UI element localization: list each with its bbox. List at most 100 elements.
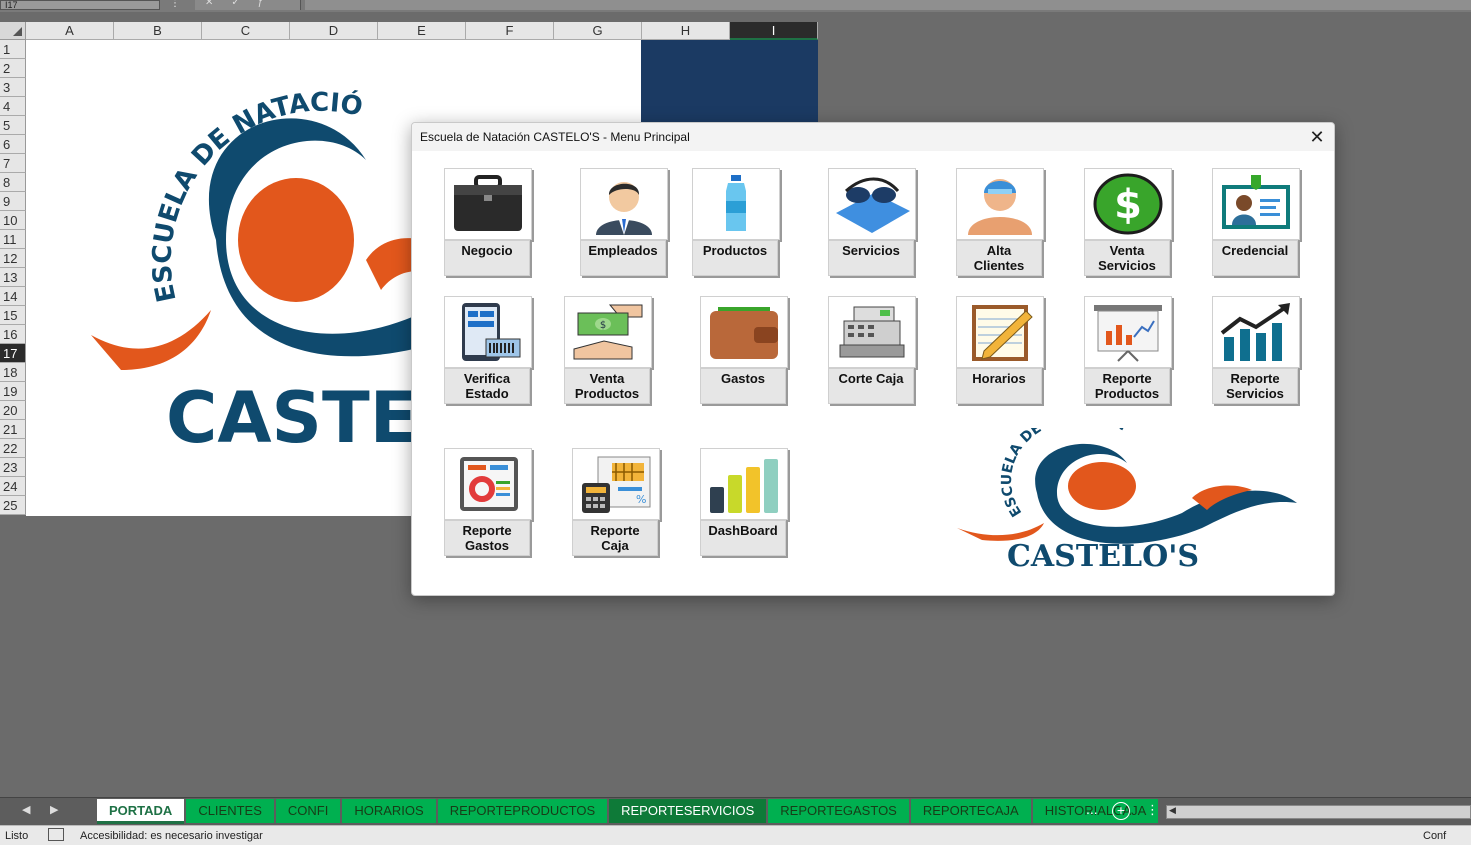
horizontal-scrollbar[interactable]: ◀ bbox=[1166, 805, 1471, 819]
tile-label[interactable]: DashBoard bbox=[700, 520, 786, 556]
bar-dashboard-icon[interactable] bbox=[700, 448, 788, 520]
row-header[interactable]: 9 bbox=[0, 192, 26, 211]
row-header[interactable]: 6 bbox=[0, 135, 26, 154]
column-header[interactable]: B bbox=[114, 22, 202, 40]
tile-label[interactable]: Venta Servicios bbox=[1084, 240, 1170, 276]
tile-corte-caja[interactable]: Corte Caja bbox=[828, 296, 916, 406]
tile-label[interactable]: Productos bbox=[692, 240, 778, 276]
tile-label[interactable]: Reporte Productos bbox=[1084, 368, 1170, 404]
row-header[interactable]: 5 bbox=[0, 116, 26, 135]
row-header[interactable]: 7 bbox=[0, 154, 26, 173]
sheet-tab[interactable]: CLIENTES bbox=[186, 799, 274, 823]
tile-reporte-servicios[interactable]: Reporte Servicios bbox=[1212, 296, 1300, 406]
tile-label[interactable]: Horarios bbox=[956, 368, 1042, 404]
row-header[interactable]: 3 bbox=[0, 78, 26, 97]
more-tabs-button[interactable]: ... bbox=[1086, 801, 1098, 817]
column-header[interactable]: A bbox=[26, 22, 114, 40]
sheet-tab[interactable]: CONFI bbox=[275, 799, 341, 823]
tile-verifica-estado[interactable]: Verifica Estado bbox=[444, 296, 532, 406]
employee-icon[interactable] bbox=[580, 168, 668, 240]
sheet-tab[interactable]: HORARIOS bbox=[342, 799, 436, 823]
row-header[interactable]: 25 bbox=[0, 496, 26, 515]
column-header[interactable]: G bbox=[554, 22, 642, 40]
row-header[interactable]: 8 bbox=[0, 173, 26, 192]
tile-label[interactable]: Reporte Caja bbox=[572, 520, 658, 556]
row-header[interactable]: 20 bbox=[0, 401, 26, 420]
column-header[interactable]: E bbox=[378, 22, 466, 40]
row-header[interactable]: 1 bbox=[0, 40, 26, 59]
swim-goggles-icon[interactable] bbox=[828, 168, 916, 240]
scroll-left-arrow-icon[interactable]: ◀ bbox=[1169, 805, 1176, 816]
tile-venta-servicios[interactable]: $ Venta Servicios bbox=[1084, 168, 1172, 278]
tile-dashboard[interactable]: DashBoard bbox=[700, 448, 788, 558]
column-header[interactable]: I bbox=[730, 22, 818, 40]
tile-reporte-productos[interactable]: Reporte Productos bbox=[1084, 296, 1172, 406]
row-header[interactable]: 13 bbox=[0, 268, 26, 287]
tile-label[interactable]: Reporte Gastos bbox=[444, 520, 530, 556]
formula-input[interactable] bbox=[305, 0, 1471, 10]
tile-label[interactable]: Servicios bbox=[828, 240, 914, 276]
tile-label[interactable]: Empleados bbox=[580, 240, 666, 276]
sheet-tab[interactable]: REPORTESERVICIOS bbox=[609, 799, 767, 823]
display-settings[interactable]: Conf bbox=[1423, 830, 1446, 842]
sheet-tab[interactable]: REPORTEGASTOS bbox=[768, 799, 909, 823]
row-header[interactable]: 21 bbox=[0, 420, 26, 439]
add-sheet-icon[interactable]: + bbox=[1112, 802, 1130, 820]
tile-label[interactable]: Corte Caja bbox=[828, 368, 914, 404]
row-header[interactable]: 24 bbox=[0, 477, 26, 496]
sheet-tab[interactable]: REPORTECAJA bbox=[910, 799, 1031, 823]
row-header[interactable]: 16 bbox=[0, 325, 26, 344]
column-header[interactable]: H bbox=[642, 22, 730, 40]
report-doc-icon[interactable] bbox=[444, 448, 532, 520]
row-header[interactable]: 18 bbox=[0, 363, 26, 382]
tile-label[interactable]: Gastos bbox=[700, 368, 786, 404]
row-header[interactable]: 12 bbox=[0, 249, 26, 268]
tile-reporte-gastos[interactable]: Reporte Gastos bbox=[444, 448, 532, 558]
name-box[interactable]: I17 bbox=[0, 0, 160, 10]
row-header[interactable]: 19 bbox=[0, 382, 26, 401]
row-header[interactable]: 23 bbox=[0, 458, 26, 477]
tab-scroll-right-icon[interactable]: ▶ bbox=[50, 803, 58, 816]
tile-venta-productos[interactable]: $ Venta Productos bbox=[564, 296, 652, 406]
tile-alta-clientes[interactable]: Alta Clientes bbox=[956, 168, 1044, 278]
row-header[interactable]: 22 bbox=[0, 439, 26, 458]
sheet-tab[interactable]: REPORTEPRODUCTOS bbox=[437, 799, 608, 823]
tile-empleados[interactable]: Empleados bbox=[580, 168, 668, 278]
tile-productos[interactable]: Productos bbox=[692, 168, 780, 278]
wallet-icon[interactable] bbox=[700, 296, 788, 368]
water-bottle-icon[interactable] bbox=[692, 168, 780, 240]
dollar-icon[interactable]: $ bbox=[1084, 168, 1172, 240]
cash-hands-icon[interactable]: $ bbox=[564, 296, 652, 368]
sheet-tab[interactable]: PORTADA bbox=[97, 799, 185, 824]
tile-servicios[interactable]: Servicios bbox=[828, 168, 916, 278]
macro-record-icon[interactable] bbox=[48, 828, 64, 841]
row-header[interactable]: 15 bbox=[0, 306, 26, 325]
namebox-dropdown-icon[interactable]: ⋮ bbox=[170, 0, 180, 9]
tile-horarios[interactable]: Horarios bbox=[956, 296, 1044, 406]
row-header[interactable]: 4 bbox=[0, 97, 26, 116]
close-icon[interactable]: ✕ bbox=[1306, 126, 1328, 148]
presentation-chart-icon[interactable] bbox=[1084, 296, 1172, 368]
column-header[interactable]: F bbox=[466, 22, 554, 40]
tile-gastos[interactable]: Gastos bbox=[700, 296, 788, 406]
select-all-corner[interactable] bbox=[0, 22, 26, 40]
row-header[interactable]: 10 bbox=[0, 211, 26, 230]
tile-label[interactable]: Credencial bbox=[1212, 240, 1298, 276]
accessibility-status[interactable]: Accesibilidad: es necesario investigar bbox=[80, 830, 263, 842]
tile-label[interactable]: Negocio bbox=[444, 240, 530, 276]
growth-chart-icon[interactable] bbox=[1212, 296, 1300, 368]
tile-reporte-caja[interactable]: % Reporte Caja bbox=[572, 448, 660, 558]
tab-scroll-left-icon[interactable]: ◀ bbox=[22, 803, 30, 816]
tile-negocio[interactable]: Negocio bbox=[444, 168, 532, 278]
column-header[interactable]: D bbox=[290, 22, 378, 40]
formula-fx-icons[interactable]: ✕✓ƒ bbox=[205, 0, 281, 8]
row-header[interactable]: 11 bbox=[0, 230, 26, 249]
row-header[interactable]: 17 bbox=[0, 344, 26, 363]
tab-options-icon[interactable]: ⋮ bbox=[1146, 802, 1159, 818]
cash-register-icon[interactable] bbox=[828, 296, 916, 368]
swimmer-icon[interactable] bbox=[956, 168, 1044, 240]
tile-credencial[interactable]: Credencial bbox=[1212, 168, 1300, 278]
column-header[interactable]: C bbox=[202, 22, 290, 40]
tile-label[interactable]: Verifica Estado bbox=[444, 368, 530, 404]
tile-label[interactable]: Venta Productos bbox=[564, 368, 650, 404]
